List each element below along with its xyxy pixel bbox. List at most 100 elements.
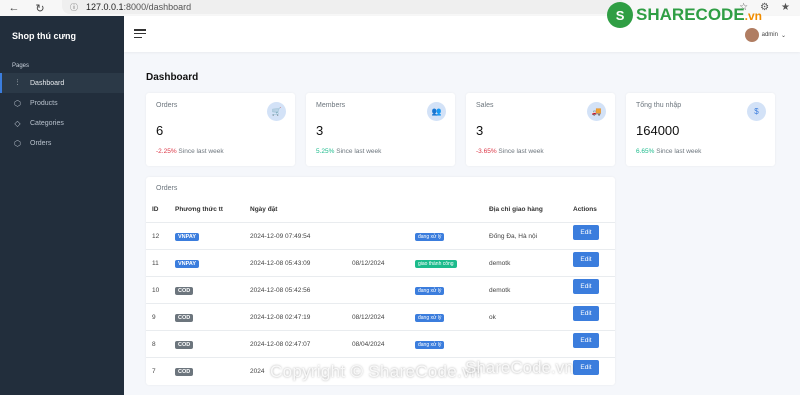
users-icon: 👥 [427, 102, 446, 121]
card-since: Since last week [656, 148, 702, 155]
avatar[interactable] [744, 28, 759, 42]
status-badge: giao thành công [415, 260, 457, 268]
header-actions: Actions [573, 206, 597, 213]
cell-address: demotk [489, 287, 511, 294]
card-since: Since last week [498, 148, 544, 155]
card-value: 3 [476, 123, 484, 138]
user-name: admin [761, 32, 778, 38]
cell-date: 2024-12-08 05:42:56 [250, 287, 311, 294]
address-bar[interactable]: ⓘ 127.0.0.1:8000/dashboard [62, 0, 622, 14]
orders-table-card: Orders ID Phương thức tt Ngày đặt Địa ch… [146, 177, 615, 385]
reload-icon[interactable]: ↻ [32, 0, 48, 16]
sliders-icon: ⫶ [16, 78, 19, 87]
table-row: 12 VNPAY 2024-12-09 07:49:54 đang xử lý Đống… [146, 222, 615, 249]
box-icon: ⬡ [14, 138, 21, 148]
cell-date: 2024-12-08 02:47:07 [250, 341, 311, 348]
cell-id: 12 [152, 233, 160, 240]
sidebar-item-products[interactable]: ⬡ Products [0, 93, 124, 113]
card-since: Since last week [336, 148, 382, 155]
cell-ship-date: 08/12/2024 [352, 314, 385, 321]
table-row: 11 VNPAY 2024-12-08 05:43:09 08/12/2024 giao… [146, 249, 615, 276]
sidebar-item-dashboard[interactable]: ⫶ Dashboard [0, 73, 124, 93]
table-row: 10 COD 2024-12-08 05:42:56 đang xử lý demotk… [146, 276, 615, 303]
topbar: S SHARECODE.vn admin ⌄ [124, 2, 800, 52]
status-badge: đang xử lý [415, 233, 445, 241]
sidebar-item-label: Categories [30, 119, 64, 127]
edit-button[interactable]: Edit [573, 225, 599, 240]
back-icon[interactable]: ← [6, 0, 22, 16]
card-label: Orders [156, 102, 178, 109]
page-title: Dashboard [146, 72, 199, 83]
sharecode-watermark: ShareCode.vn [465, 358, 574, 377]
status-badge: đang xử lý [415, 287, 445, 295]
status-badge: đang xử lý [415, 341, 445, 349]
cell-id: 8 [152, 341, 156, 348]
stat-card-members: Members 👥 3 5.25% Since last week [306, 93, 455, 166]
card-change: -2.25% [156, 148, 177, 155]
sharecode-logo-suffix: .vn [744, 9, 762, 23]
sharecode-logo-icon: S [607, 2, 634, 28]
sidebar-section-label: Pages [12, 63, 30, 69]
cell-date: 2024-12-08 02:47:19 [250, 314, 311, 321]
card-change: 5.25% [316, 148, 335, 155]
payment-badge: COD [175, 287, 194, 295]
favorites-icon[interactable]: ★ [781, 2, 790, 13]
box-icon: ⬡ [14, 98, 21, 108]
cell-date: 2024-12-08 05:43:09 [250, 260, 311, 267]
tag-icon: ◇ [14, 118, 21, 128]
edit-button[interactable]: Edit [573, 306, 599, 321]
cell-id: 10 [152, 287, 160, 294]
card-label: Tổng thu nhập [636, 102, 682, 109]
chevron-down-icon: ⌄ [780, 32, 786, 39]
table-row: 8 COD 2024-12-08 02:47:07 08/04/2024 đang xử… [146, 330, 615, 357]
sidebar-item-categories[interactable]: ◇ Categories [0, 113, 124, 133]
menu-toggle-icon[interactable] [134, 29, 146, 38]
cell-date: 2024 [250, 368, 265, 375]
table-header: ID Phương thức tt Ngày đặt Địa chỉ giao … [146, 206, 615, 222]
edit-button[interactable]: Edit [573, 252, 599, 267]
sidebar-item-label: Orders [30, 139, 52, 147]
payment-badge: VNPAY [175, 233, 200, 241]
stat-card-sales: Sales 🚚 3 -3.65% Since last week [466, 93, 615, 166]
card-label: Sales [476, 102, 494, 109]
url-host: 127.0.0.1 [86, 2, 124, 12]
cell-ship-date: 08/04/2024 [352, 341, 385, 348]
card-value: 164000 [636, 123, 680, 138]
edit-button[interactable]: Edit [573, 333, 599, 348]
sharecode-logo: S SHARECODE.vn [607, 2, 762, 28]
sidebar-item-label: Dashboard [30, 79, 65, 87]
sidebar: Shop thú cưng Pages ⫶ Dashboard ⬡ Produc… [0, 16, 124, 395]
header-address: Địa chỉ giao hàng [489, 206, 543, 213]
card-value: 3 [316, 123, 324, 138]
dollar-icon: $ [747, 102, 766, 121]
payment-badge: VNPAY [175, 260, 200, 268]
header-date: Ngày đặt [250, 206, 278, 213]
edit-button[interactable]: Edit [573, 279, 599, 294]
cell-address: demotk [489, 260, 511, 267]
status-badge: đang xử lý [415, 314, 445, 322]
cell-address: Đống Đa, Hà nội [489, 233, 538, 240]
truck-icon: 🚚 [587, 102, 606, 121]
stat-card-income: Tổng thu nhập $ 164000 6.65% Since last … [626, 93, 775, 166]
payment-badge: COD [175, 314, 194, 322]
table-row: 9 COD 2024-12-08 02:47:19 08/12/2024 đang xử… [146, 303, 615, 330]
cart-icon: 🛒 [267, 102, 286, 121]
sidebar-item-label: Products [30, 99, 58, 107]
header-payment: Phương thức tt [175, 206, 223, 213]
info-icon[interactable]: ⓘ [70, 2, 78, 13]
card-label: Members [316, 102, 346, 109]
cell-id: 9 [152, 314, 156, 321]
cell-address: ok [489, 314, 496, 321]
payment-badge: COD [175, 368, 194, 376]
sidebar-item-orders[interactable]: ⬡ Orders [0, 133, 124, 153]
card-change: -3.65% [476, 148, 497, 155]
payment-badge: COD [175, 341, 194, 349]
card-value: 6 [156, 123, 164, 138]
edit-button[interactable]: Edit [573, 360, 599, 375]
user-menu[interactable]: admin ⌄ [744, 28, 786, 42]
header-id: ID [152, 206, 159, 213]
orders-title: Orders [156, 185, 178, 192]
cell-date: 2024-12-09 07:49:54 [250, 233, 311, 240]
card-since: Since last week [178, 148, 224, 155]
sidebar-brand[interactable]: Shop thú cưng [12, 31, 76, 41]
